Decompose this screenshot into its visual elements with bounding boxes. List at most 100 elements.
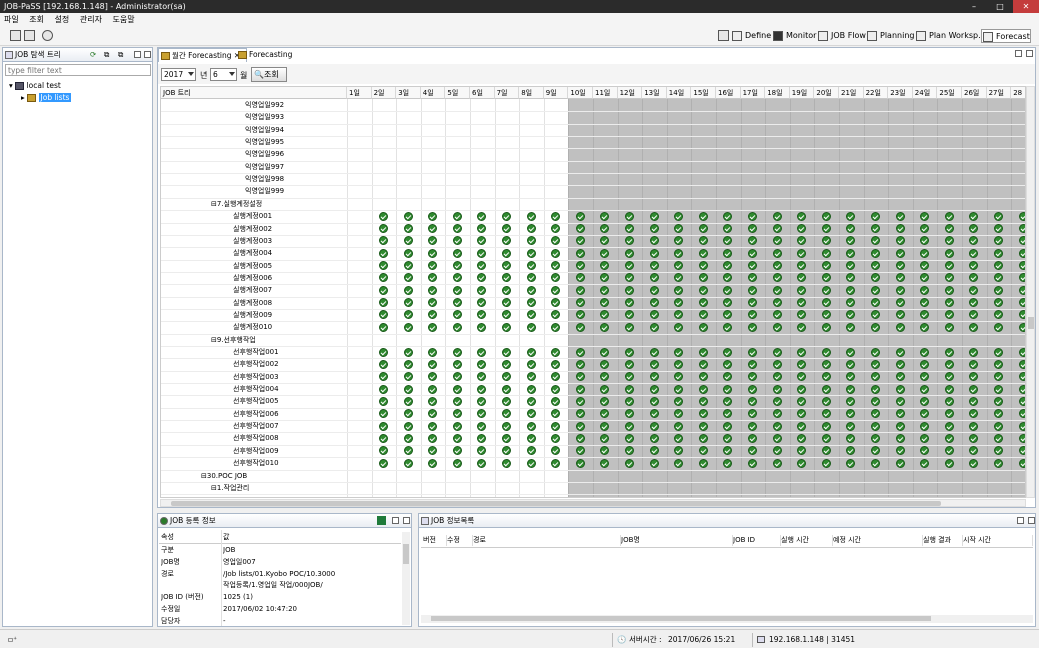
success-check-icon[interactable] xyxy=(747,396,757,406)
success-check-icon[interactable] xyxy=(1018,298,1025,308)
perspective-forecasting[interactable]: Forecastin xyxy=(981,29,1031,43)
day-column-header[interactable]: 10일 xyxy=(568,87,593,99)
success-check-icon[interactable] xyxy=(477,384,487,394)
success-check-icon[interactable] xyxy=(747,211,757,221)
success-check-icon[interactable] xyxy=(624,322,634,332)
success-check-icon[interactable] xyxy=(378,409,388,419)
day-column-header[interactable]: 24일 xyxy=(912,87,938,99)
success-check-icon[interactable] xyxy=(477,248,487,258)
success-check-icon[interactable] xyxy=(378,261,388,271)
success-check-icon[interactable] xyxy=(575,236,585,246)
success-check-icon[interactable] xyxy=(649,347,659,357)
success-check-icon[interactable] xyxy=(649,384,659,394)
success-check-icon[interactable] xyxy=(821,248,831,258)
success-check-icon[interactable] xyxy=(526,224,536,233)
success-check-icon[interactable] xyxy=(477,261,487,271)
success-check-icon[interactable] xyxy=(674,421,684,431)
success-check-icon[interactable] xyxy=(477,396,487,406)
success-check-icon[interactable] xyxy=(575,372,585,382)
success-check-icon[interactable] xyxy=(723,285,733,295)
success-check-icon[interactable] xyxy=(624,298,634,308)
close-button[interactable]: ✕ xyxy=(1013,0,1039,13)
maximize-view-icon[interactable] xyxy=(1028,517,1035,524)
success-check-icon[interactable] xyxy=(526,285,536,295)
success-check-icon[interactable] xyxy=(600,421,610,431)
success-check-icon[interactable] xyxy=(551,446,561,456)
success-check-icon[interactable] xyxy=(870,298,880,308)
success-check-icon[interactable] xyxy=(993,224,1003,233)
tab-forecasting[interactable]: Forecasting xyxy=(236,48,298,62)
perspective-plan-workspace[interactable]: Plan Worksp... xyxy=(915,29,986,43)
success-check-icon[interactable] xyxy=(870,458,880,468)
success-check-icon[interactable] xyxy=(452,261,462,271)
job-tree-row[interactable]: 익영업일993 xyxy=(245,111,284,123)
success-check-icon[interactable] xyxy=(378,458,388,468)
success-check-icon[interactable] xyxy=(920,285,930,295)
success-check-icon[interactable] xyxy=(895,458,905,468)
success-check-icon[interactable] xyxy=(526,347,536,357)
success-check-icon[interactable] xyxy=(1018,396,1025,406)
success-check-icon[interactable] xyxy=(624,261,634,271)
success-check-icon[interactable] xyxy=(969,285,979,295)
success-check-icon[interactable] xyxy=(993,347,1003,357)
success-check-icon[interactable] xyxy=(944,298,954,308)
success-check-icon[interactable] xyxy=(747,384,757,394)
success-check-icon[interactable] xyxy=(674,384,684,394)
success-check-icon[interactable] xyxy=(772,433,782,443)
success-check-icon[interactable] xyxy=(895,285,905,295)
success-check-icon[interactable] xyxy=(895,409,905,419)
success-check-icon[interactable] xyxy=(600,347,610,357)
success-check-icon[interactable] xyxy=(403,310,413,320)
success-check-icon[interactable] xyxy=(477,359,487,369)
success-check-icon[interactable] xyxy=(821,224,831,233)
job-tree-row[interactable]: 익영업일992 xyxy=(245,99,284,111)
success-check-icon[interactable] xyxy=(797,248,807,258)
job-tree-row[interactable]: 실행계정005 xyxy=(233,260,272,272)
success-check-icon[interactable] xyxy=(624,396,634,406)
day-column-header[interactable]: 20일 xyxy=(814,87,839,99)
success-check-icon[interactable] xyxy=(378,372,388,382)
job-tree-row[interactable]: 선후행작업007 xyxy=(233,420,279,432)
success-check-icon[interactable] xyxy=(575,433,585,443)
success-check-icon[interactable] xyxy=(747,433,757,443)
success-check-icon[interactable] xyxy=(501,248,511,258)
success-check-icon[interactable] xyxy=(698,236,708,246)
success-check-icon[interactable] xyxy=(821,372,831,382)
success-check-icon[interactable] xyxy=(403,211,413,221)
success-check-icon[interactable] xyxy=(821,359,831,369)
success-check-icon[interactable] xyxy=(551,261,561,271)
success-check-icon[interactable] xyxy=(895,372,905,382)
success-check-icon[interactable] xyxy=(575,396,585,406)
success-check-icon[interactable] xyxy=(674,359,684,369)
info-scrollbar[interactable] xyxy=(402,532,410,625)
success-check-icon[interactable] xyxy=(551,236,561,246)
day-column-header[interactable]: 12일 xyxy=(617,87,643,99)
success-check-icon[interactable] xyxy=(501,359,511,369)
success-check-icon[interactable] xyxy=(526,236,536,246)
success-check-icon[interactable] xyxy=(723,384,733,394)
success-check-icon[interactable] xyxy=(821,322,831,332)
success-check-icon[interactable] xyxy=(452,372,462,382)
success-check-icon[interactable] xyxy=(403,347,413,357)
day-column-header[interactable]: 23일 xyxy=(888,87,913,99)
success-check-icon[interactable] xyxy=(526,248,536,258)
success-check-icon[interactable] xyxy=(378,224,388,233)
month-select[interactable]: 6 xyxy=(210,68,237,81)
success-check-icon[interactable] xyxy=(1018,421,1025,431)
success-check-icon[interactable] xyxy=(821,285,831,295)
success-check-icon[interactable] xyxy=(870,224,880,233)
success-check-icon[interactable] xyxy=(870,421,880,431)
job-tree-row[interactable]: 실행계정007 xyxy=(233,284,272,296)
success-check-icon[interactable] xyxy=(772,458,782,468)
day-column-header[interactable]: 21일 xyxy=(839,87,864,99)
collapse-icon[interactable]: ⧉ xyxy=(104,48,109,62)
success-check-icon[interactable] xyxy=(944,236,954,246)
success-check-icon[interactable] xyxy=(797,421,807,431)
success-check-icon[interactable] xyxy=(452,396,462,406)
success-check-icon[interactable] xyxy=(526,372,536,382)
success-check-icon[interactable] xyxy=(551,224,561,233)
minimize-button[interactable]: – xyxy=(961,0,987,13)
success-check-icon[interactable] xyxy=(698,396,708,406)
day-column-header[interactable]: 22일 xyxy=(863,87,889,99)
success-check-icon[interactable] xyxy=(452,273,462,283)
